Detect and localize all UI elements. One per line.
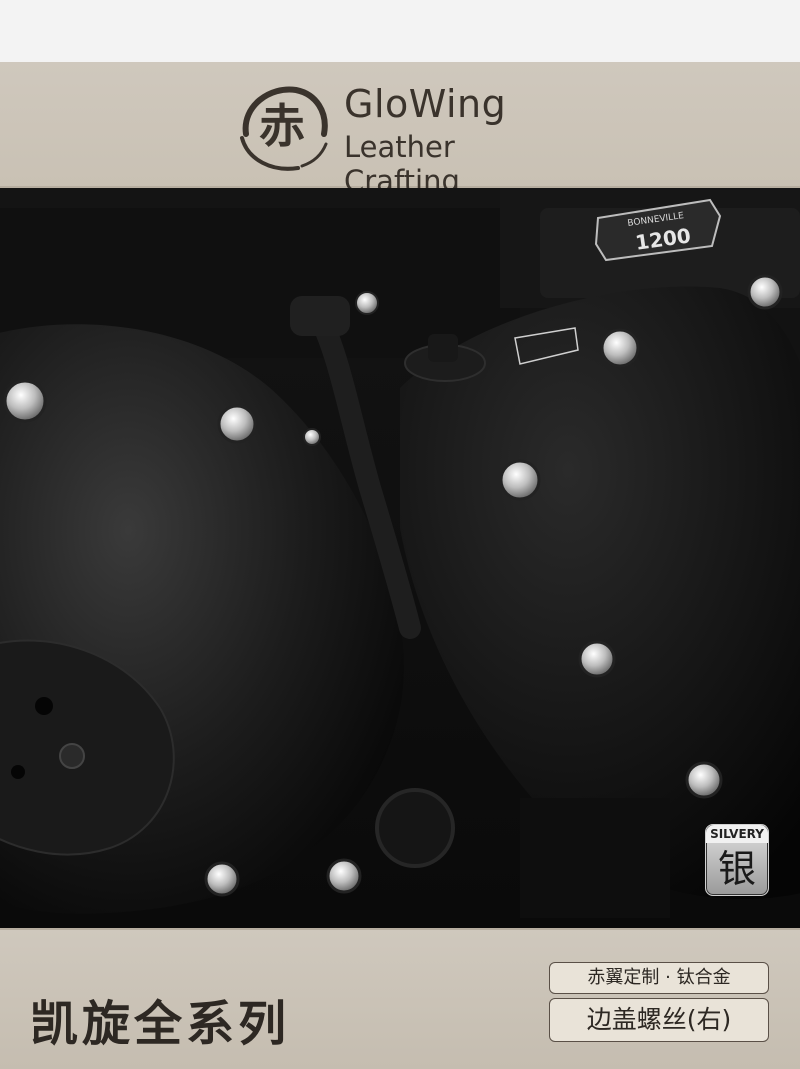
bolt [578,640,616,678]
bolt [499,459,541,501]
series-title: 凯旋全系列 [30,996,291,1052]
product-name-pill: 边盖螺丝(右) [549,998,769,1042]
bolt [3,379,47,423]
seal-icon: 赤 [240,86,328,171]
bolt [600,328,640,368]
bolt [326,858,362,894]
bolt [355,291,379,315]
color-tag-label: SILVERY [706,825,768,843]
bolt [204,861,240,897]
top-strip [0,0,800,62]
color-tag-char: 银 [717,847,756,891]
footer-band: 凯旋全系列 赤翼定制 · 钛合金 边盖螺丝(右) [0,928,800,1069]
engine-photo: BONNEVILLE 1200 [0,188,800,928]
bolt [303,428,321,446]
header-band: 赤 GloWing Leather Crafting [0,62,800,198]
brand-logo: 赤 GloWing Leather Crafting [226,72,576,198]
bolt [217,404,257,444]
seal-char: 赤 [259,99,305,153]
engine-illustration: BONNEVILLE 1200 [0,188,800,928]
bolt [747,274,783,310]
bolt [685,761,723,799]
brand-name: GloWing [344,82,507,126]
product-line-pill: 赤翼定制 · 钛合金 [549,962,769,994]
color-tag: SILVERY 银 [705,824,769,896]
